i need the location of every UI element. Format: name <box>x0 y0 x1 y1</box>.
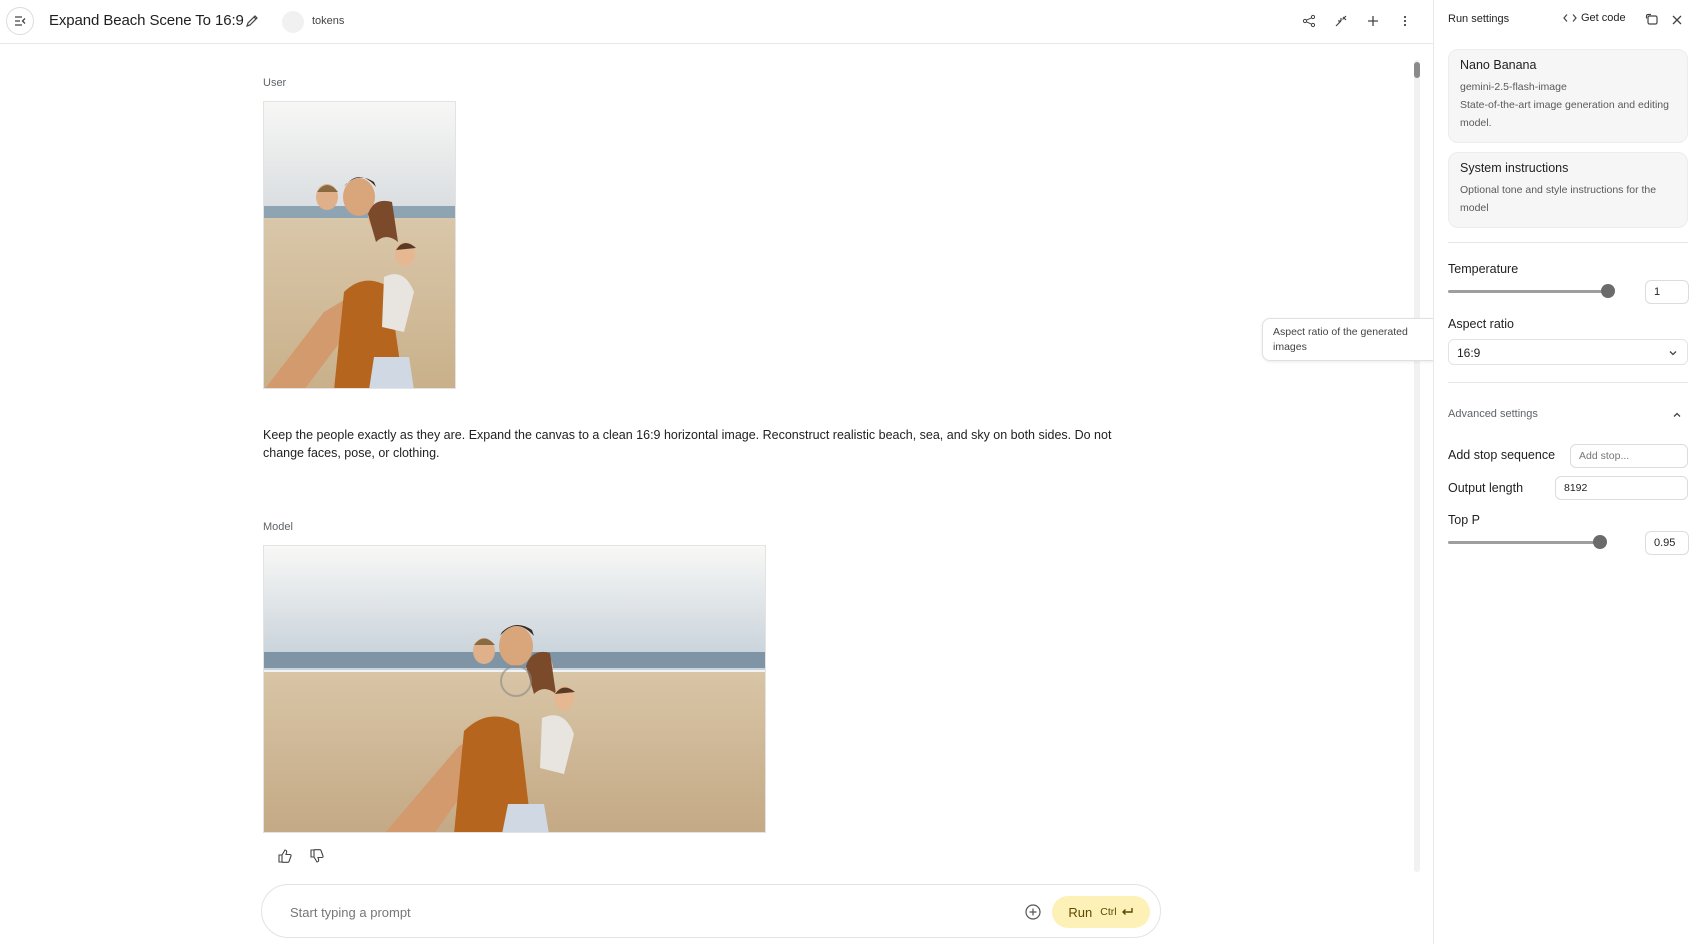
output-length-input[interactable]: 8192 <box>1555 476 1688 500</box>
add-media-icon[interactable] <box>1023 902 1043 922</box>
run-shortcut: Ctrl <box>1100 906 1133 918</box>
temperature-label: Temperature <box>1448 262 1519 276</box>
chat-scrollbar-thumb[interactable] <box>1414 62 1420 78</box>
system-instructions-card[interactable]: System instructions Optional tone and st… <box>1448 152 1688 228</box>
stop-sequence-label: Add stop sequence <box>1448 448 1556 462</box>
top-p-label: Top P <box>1448 513 1480 527</box>
temperature-slider-thumb[interactable] <box>1601 284 1615 298</box>
thumbs-up-button[interactable] <box>273 845 297 867</box>
toggle-sidebar-button[interactable] <box>6 7 34 35</box>
aspect-ratio-select[interactable]: 16:9 <box>1448 339 1688 365</box>
run-button[interactable]: Run Ctrl <box>1052 896 1150 928</box>
chevron-down-icon <box>1669 351 1677 356</box>
advanced-settings-toggle[interactable]: Advanced settings <box>1448 408 1538 420</box>
page-title: Expand Beach Scene To 16:9 <box>49 12 244 29</box>
reset-icon <box>1645 13 1658 25</box>
aspect-ratio-tooltip: Aspect ratio of the generated images <box>1262 318 1440 361</box>
beach-selfie-wide-image <box>264 546 765 832</box>
share-icon <box>1302 14 1316 28</box>
compare-icon <box>1335 15 1347 27</box>
model-role-label: Model <box>263 521 293 533</box>
temperature-slider-track[interactable] <box>1448 290 1608 293</box>
thumbs-down-button[interactable] <box>305 845 329 867</box>
run-settings-title: Run settings <box>1448 13 1510 25</box>
tokens-label: tokens <box>312 15 345 27</box>
divider <box>1448 242 1688 243</box>
model-description: State-of-the-art image generation and ed… <box>1460 99 1669 129</box>
edit-title-icon[interactable] <box>244 13 260 29</box>
system-instructions-description: Optional tone and style instructions for… <box>1460 184 1657 214</box>
model-selector-card[interactable]: Nano Banana gemini-2.5-flash-image State… <box>1448 49 1688 143</box>
close-icon <box>1672 15 1682 25</box>
top-p-input[interactable]: 0.95 <box>1645 531 1689 555</box>
temperature-input[interactable]: 1 <box>1645 280 1689 304</box>
aspect-ratio-label: Aspect ratio <box>1448 317 1515 331</box>
more-vert-icon <box>1403 15 1407 27</box>
user-prompt-text: Keep the people exactly as they are. Exp… <box>263 428 1112 460</box>
code-icon <box>1563 14 1577 22</box>
divider <box>1448 382 1688 383</box>
top-actions <box>1298 10 1416 32</box>
new-chat-button[interactable] <box>1362 10 1384 32</box>
run-label: Run <box>1068 904 1093 920</box>
get-code-button[interactable]: Get code <box>1563 12 1626 24</box>
beach-selfie-portrait-image <box>264 102 455 388</box>
top-p-slider-track[interactable] <box>1448 541 1600 544</box>
reset-settings-button[interactable] <box>1643 11 1661 29</box>
token-count-indicator <box>282 11 304 33</box>
aspect-ratio-value: 16:9 <box>1457 346 1481 360</box>
output-length-label: Output length <box>1448 481 1524 495</box>
share-button[interactable] <box>1298 10 1320 32</box>
get-code-label: Get code <box>1581 12 1626 24</box>
enter-key-icon <box>1121 908 1133 915</box>
model-name: Nano Banana <box>1460 58 1537 72</box>
close-panel-button[interactable] <box>1668 11 1686 29</box>
compare-button[interactable] <box>1330 10 1352 32</box>
run-shortcut-label: Ctrl <box>1100 906 1117 918</box>
user-uploaded-image[interactable] <box>263 101 456 389</box>
model-id: gemini-2.5-flash-image <box>1460 81 1567 93</box>
model-generated-image[interactable] <box>263 545 766 833</box>
more-options-button[interactable] <box>1394 10 1416 32</box>
thumbs-down-icon <box>310 849 324 863</box>
chevron-up-icon[interactable] <box>1671 409 1683 421</box>
stop-sequence-input[interactable]: Add stop... <box>1570 444 1688 468</box>
menu-collapse-icon <box>15 16 26 26</box>
plus-icon <box>1368 16 1378 26</box>
user-role-label: User <box>263 77 287 89</box>
prompt-input[interactable] <box>290 901 930 923</box>
chat-scrollbar-track[interactable] <box>1414 60 1420 872</box>
thumbs-up-icon <box>278 849 292 863</box>
system-instructions-title: System instructions <box>1460 161 1569 175</box>
top-p-slider-thumb[interactable] <box>1593 535 1607 549</box>
prompt-composer: Run Ctrl <box>261 884 1161 938</box>
run-settings-panel: Run settings Get code Nano Banana gemini… <box>1433 0 1695 944</box>
top-bar: Expand Beach Scene To 16:9 tokens <box>0 0 1433 44</box>
